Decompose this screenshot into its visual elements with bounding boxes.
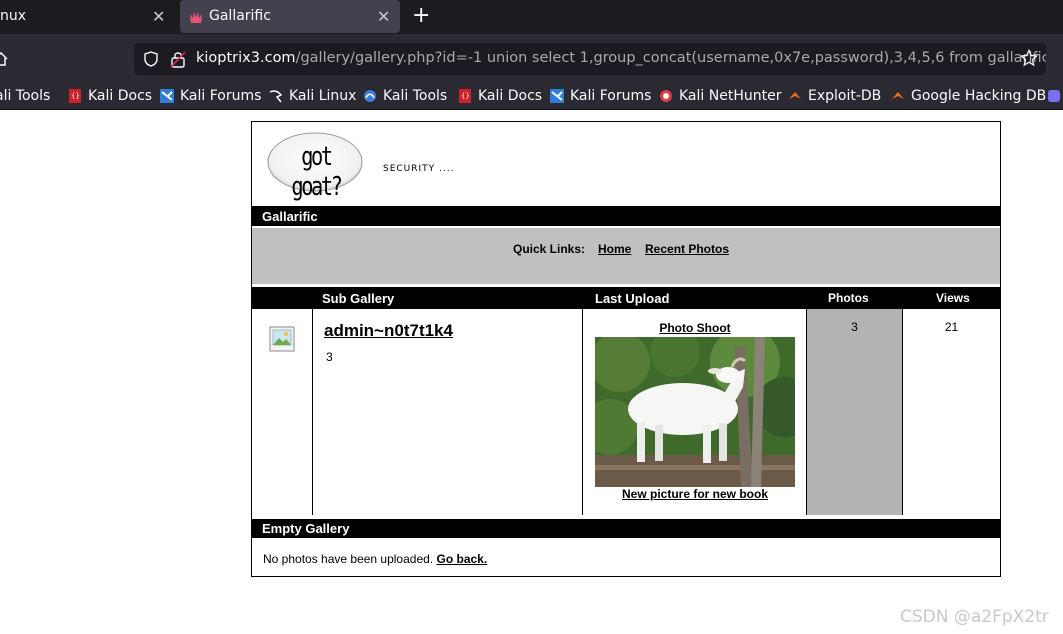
gallery-icon-cell: [252, 309, 313, 515]
insecure-lock-icon[interactable]: [170, 50, 186, 68]
kali-nethunter-icon: [660, 90, 672, 102]
svg-text:{}: {}: [461, 92, 470, 100]
section-title: Gallarific: [262, 209, 318, 224]
sub-gallery-count: 3: [326, 350, 333, 364]
photo-title-link[interactable]: Photo Shoot: [583, 321, 807, 335]
sub-gallery-link[interactable]: admin~n0t7t1k4: [324, 321, 453, 341]
url-host: kioptrix3.com: [196, 50, 296, 66]
close-tab-icon[interactable]: ✕: [152, 7, 165, 26]
photos-count: 3: [851, 320, 858, 334]
photo-caption-link[interactable]: New picture for new book: [583, 487, 807, 501]
bookmark-label: Google Hacking DB: [911, 88, 1047, 104]
table-row: admin~n0t7t1k4 3 Photo Shoot New picture…: [252, 309, 1000, 515]
bookmark-item[interactable]: Kali Linux: [269, 86, 356, 106]
got-goat-logo[interactable]: got goat?: [267, 132, 365, 202]
url-text[interactable]: kioptrix3.com/gallery/gallery.php?id=-1 …: [196, 50, 1046, 66]
bookmark-item[interactable]: Kali Forums: [550, 86, 651, 106]
navigation-bar: kioptrix3.com/gallery/gallery.php?id=-1 …: [0, 34, 1063, 84]
kali-tools-icon: [364, 90, 376, 102]
views-count: 21: [944, 320, 959, 334]
bookmark-item[interactable]: Exploit-DB: [788, 86, 881, 106]
gallery-image-icon[interactable]: [269, 326, 295, 352]
bookmark-overflow-icon: [1048, 90, 1060, 102]
kali-linux-icon: [269, 90, 283, 103]
tab-bar: nux ✕ Gallarific ✕ +: [0, 0, 1063, 34]
quick-links: Quick Links: Home Recent Photos: [252, 228, 1000, 284]
sub-gallery-cell: admin~n0t7t1k4 3: [313, 309, 583, 515]
last-upload-cell: Photo Shoot New picture for new book: [583, 309, 807, 515]
bookmark-item[interactable]: ali Tools: [0, 86, 50, 106]
new-tab-icon[interactable]: +: [412, 4, 430, 28]
go-back-link[interactable]: Go back.: [436, 552, 487, 566]
empty-gallery-message: No photos have been uploaded. Go back.: [263, 552, 487, 566]
home-link[interactable]: Home: [598, 242, 631, 256]
goat-photo[interactable]: [595, 337, 795, 487]
site-tagline: SECURITY ....: [383, 164, 455, 174]
address-bar[interactable]: kioptrix3.com/gallery/gallery.php?id=-1 …: [134, 43, 1046, 75]
bookmark-label: Kali Docs: [88, 88, 153, 104]
empty-message-text: No photos have been uploaded.: [263, 552, 434, 566]
bookmark-item[interactable]: {} Kali Docs: [458, 86, 542, 106]
url-path: /gallery/gallery.php?id=-1 union select …: [295, 50, 1046, 66]
empty-gallery-title: Empty Gallery: [262, 521, 350, 536]
kali-docs-icon: {}: [69, 89, 81, 103]
bookmark-label: Kali Tools: [383, 88, 448, 104]
col-header-photos: Photos: [828, 291, 869, 305]
bookmark-label: Kali Linux: [289, 88, 357, 104]
home-icon[interactable]: [0, 52, 8, 66]
quick-links-label: Quick Links:: [513, 242, 586, 256]
csdn-watermark: CSDN @a2FpX2tr: [900, 607, 1049, 627]
tab-title: nux: [0, 8, 27, 24]
tab-active[interactable]: Gallarific ✕: [180, 0, 400, 33]
kali-forums-icon: [160, 89, 174, 103]
tab-inactive[interactable]: nux ✕: [0, 0, 176, 34]
tab-title: Gallarific: [209, 8, 271, 24]
bookmark-item[interactable]: Kali NetHunter: [659, 86, 781, 106]
bookmark-overflow[interactable]: [1047, 86, 1063, 106]
logo-text: got goat?: [291, 142, 343, 202]
google-hacking-db-icon: [892, 92, 904, 99]
site-header: got goat? SECURITY ....: [252, 122, 1000, 202]
col-header-last-upload: Last Upload: [595, 291, 670, 306]
page-content: got goat? SECURITY .... Gallarific Quick…: [0, 110, 1063, 634]
views-cell: 21: [903, 309, 1000, 515]
bookmark-item[interactable]: Google Hacking DB: [891, 86, 1046, 106]
recent-photos-link[interactable]: Recent Photos: [645, 242, 729, 256]
kali-docs-icon: {}: [459, 89, 471, 103]
bookmark-item[interactable]: Kali Forums: [160, 86, 261, 106]
bookmark-label: Kali Forums: [180, 88, 262, 104]
exploit-db-icon: [789, 92, 801, 99]
bookmark-item[interactable]: Kali Tools: [363, 86, 447, 106]
col-header-views: Views: [936, 291, 970, 305]
bookmark-star-icon[interactable]: [1020, 49, 1038, 67]
svg-text:{}: {}: [71, 92, 80, 100]
bookmark-item[interactable]: {} Kali Docs: [68, 86, 152, 106]
tracking-shield-icon[interactable]: [143, 51, 159, 67]
col-header-sub-gallery: Sub Gallery: [322, 291, 395, 306]
table-header: Sub Gallery Last Upload Photos Views: [252, 287, 1000, 309]
gallarific-favicon-icon: [190, 12, 202, 23]
bookmark-label: Kali NetHunter: [679, 88, 782, 104]
bookmark-label: ali Tools: [0, 88, 51, 104]
bookmarks-toolbar: ali Tools {} Kali Docs Kali Forums Kali …: [0, 84, 1063, 110]
bookmark-label: Kali Docs: [478, 88, 543, 104]
gallery-frame: got goat? SECURITY .... Gallarific Quick…: [251, 121, 1001, 577]
empty-gallery-bar: Empty Gallery: [252, 516, 1000, 538]
kali-forums-icon: [550, 89, 564, 103]
bookmark-label: Exploit-DB: [808, 88, 882, 104]
section-title-bar: Gallarific: [252, 204, 1000, 226]
photos-cell: 3: [807, 309, 903, 515]
close-tab-icon[interactable]: ✕: [377, 7, 390, 26]
bookmark-label: Kali Forums: [570, 88, 652, 104]
